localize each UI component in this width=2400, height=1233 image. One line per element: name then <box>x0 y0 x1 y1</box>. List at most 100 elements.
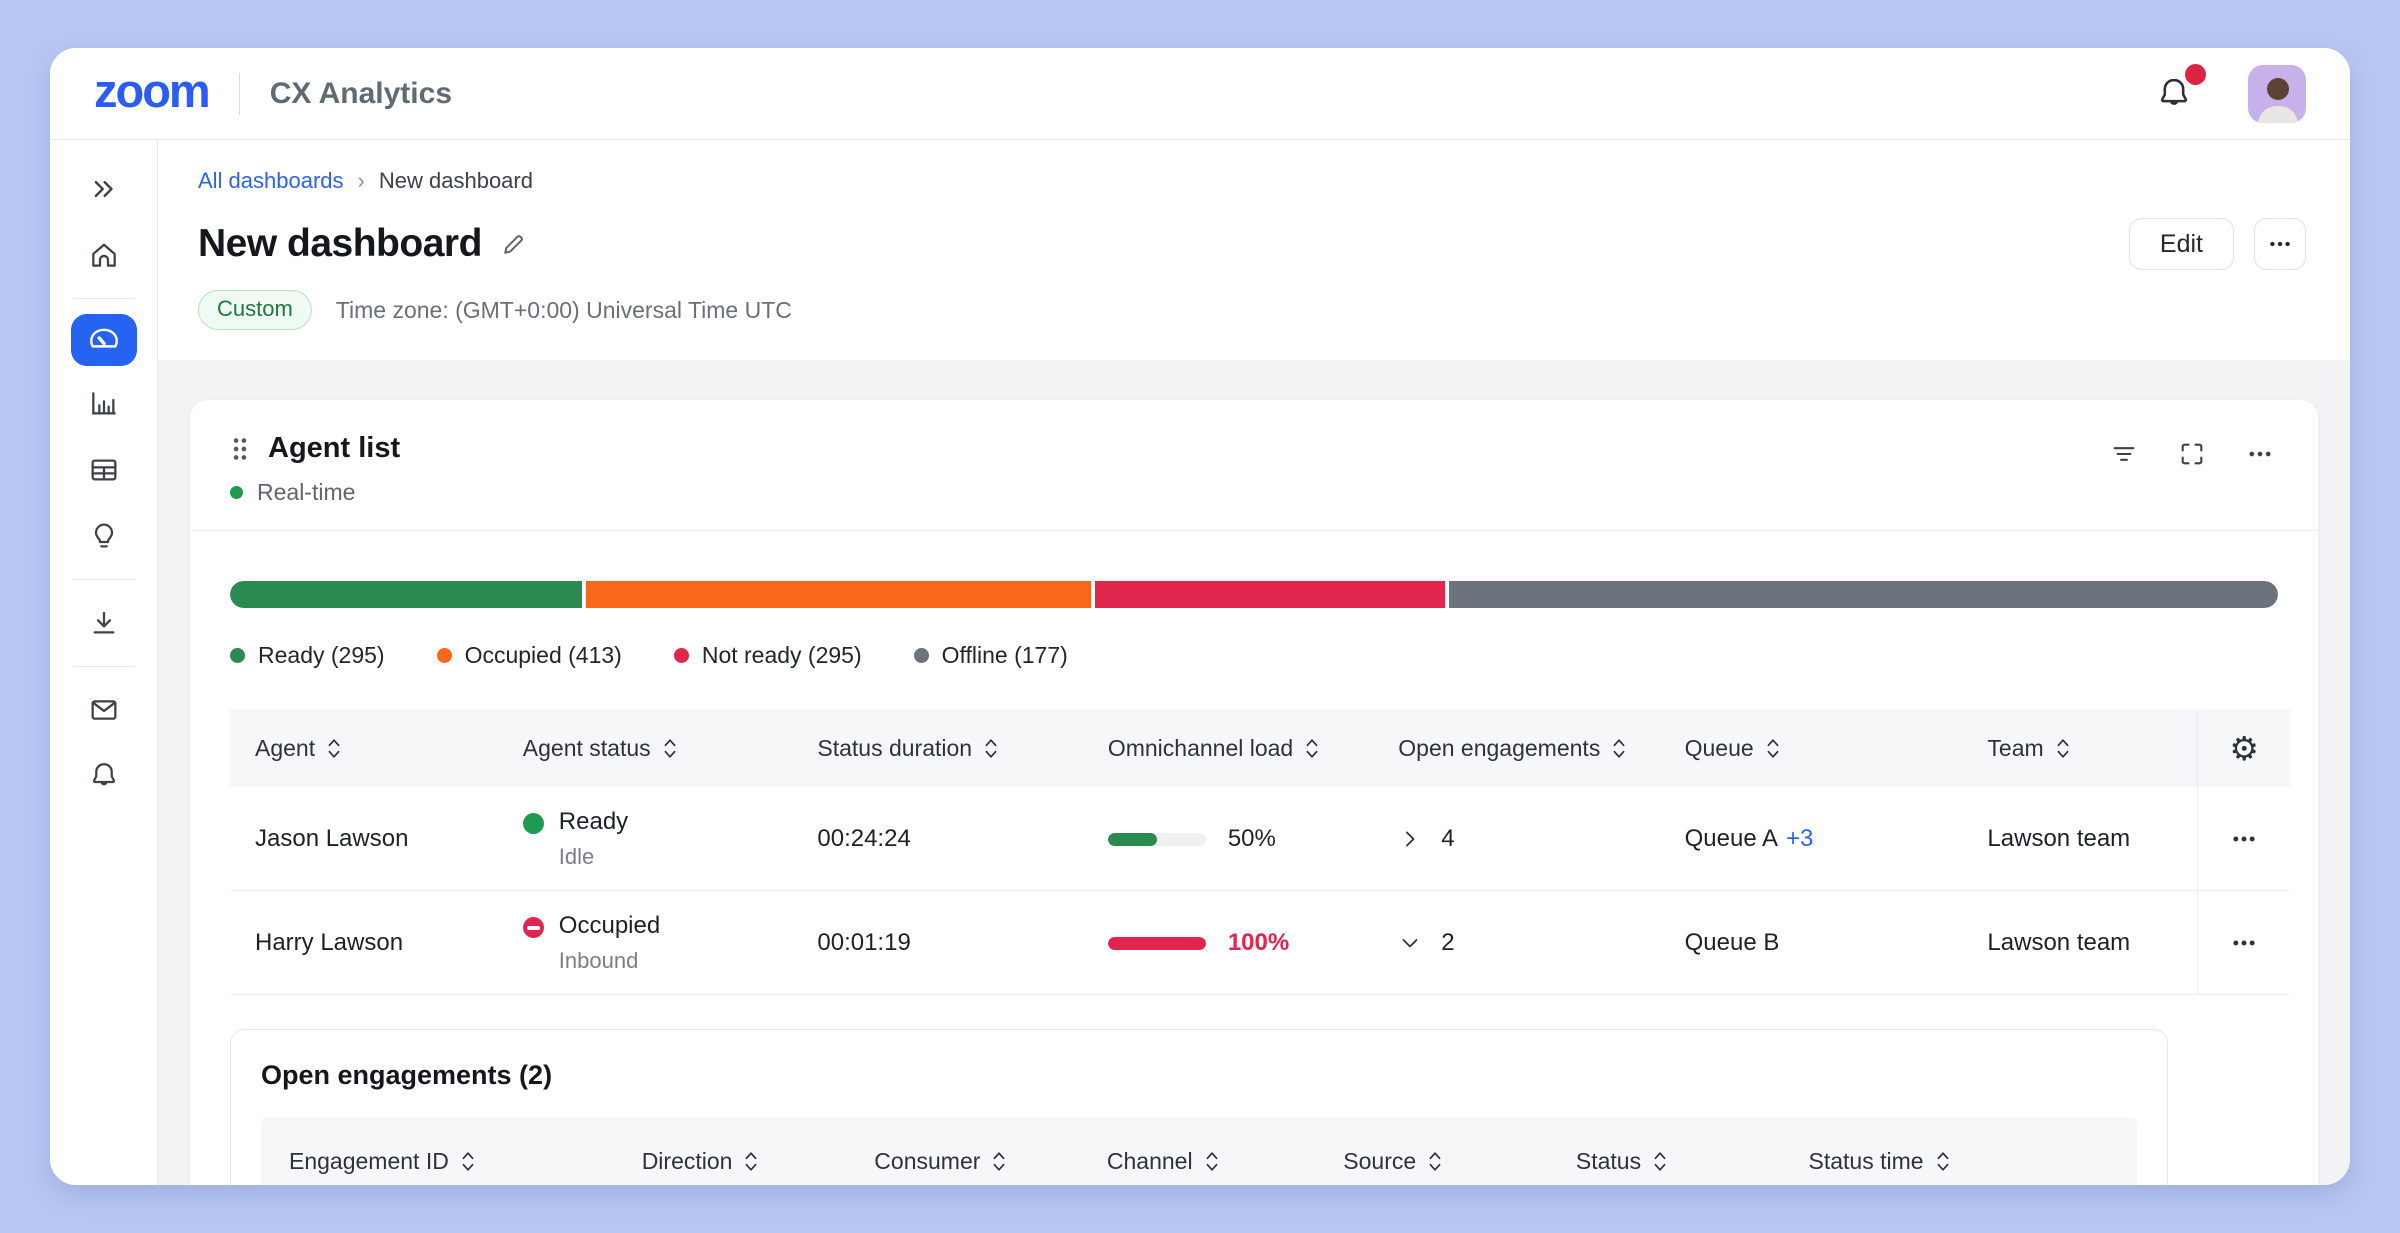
sort-icon <box>2056 737 2070 760</box>
legend-item-not-ready: Not ready (295) <box>674 642 862 669</box>
more-horizontal-icon <box>2230 825 2258 853</box>
agent-name: Harry Lawson <box>230 929 498 957</box>
legend-label: Offline (177) <box>942 642 1068 669</box>
row-more-button[interactable] <box>2230 825 2258 853</box>
sidebar-divider <box>73 298 135 299</box>
open-engagements-title: Open engagements (2) <box>261 1060 2137 1091</box>
legend-dot <box>674 648 689 663</box>
agent-name: Jason Lawson <box>230 825 498 853</box>
filter-icon <box>2110 440 2138 468</box>
sidebar-item-insights[interactable] <box>71 508 137 564</box>
column-header-agent-status[interactable]: Agent status <box>498 735 793 762</box>
more-horizontal-icon <box>2267 231 2293 257</box>
legend-item-ready: Ready (295) <box>230 642 385 669</box>
sort-icon <box>1653 1150 1667 1173</box>
sidebar-item-downloads[interactable] <box>71 595 137 651</box>
legend-dot <box>437 648 452 663</box>
legend-label: Occupied (413) <box>465 642 622 669</box>
sidebar-divider <box>73 666 135 667</box>
queue-extra-link[interactable]: +3 <box>1786 825 1813 852</box>
topbar: zoom CX Analytics <box>50 48 2350 140</box>
expand-row-button[interactable] <box>1398 827 1422 851</box>
avatar-photo <box>2248 71 2306 123</box>
sort-icon <box>1936 1150 1950 1173</box>
dashboard-content: Agent list Real-time <box>158 360 2350 1185</box>
agent-substatus: Inbound <box>559 948 660 974</box>
engagements-table-header: Engagement ID Direction Consumer <box>261 1117 2137 1185</box>
filter-button[interactable] <box>2110 440 2138 468</box>
edit-button[interactable]: Edit <box>2129 218 2234 270</box>
column-header-consumer[interactable]: Consumer <box>846 1148 1079 1175</box>
status-duration: 00:01:19 <box>792 929 1082 957</box>
column-settings-button[interactable]: ⚙ <box>2197 709 2290 787</box>
queue-cell: Queue A +3 <box>1660 825 1963 853</box>
column-header-open-engagements[interactable]: Open engagements <box>1373 735 1659 762</box>
sidebar-divider <box>73 579 135 580</box>
row-more-button[interactable] <box>2230 929 2258 957</box>
table-row-harry-lawson[interactable]: Harry Lawson Occupied Inbound 00:01:19 <box>230 891 2290 995</box>
status-occupied-dnd-icon <box>523 917 544 938</box>
home-icon <box>88 239 120 271</box>
sort-icon <box>1205 1150 1219 1173</box>
app-window: zoom CX Analytics <box>50 48 2350 1185</box>
main-area: All dashboards › New dashboard New dashb… <box>158 140 2350 1185</box>
sort-icon <box>1428 1150 1442 1173</box>
envelope-icon <box>88 694 120 726</box>
queue-name: Queue A <box>1685 825 1778 852</box>
product-name: CX Analytics <box>270 77 452 111</box>
drag-handle-icon[interactable] <box>230 436 250 462</box>
column-header-queue[interactable]: Queue <box>1660 735 1963 762</box>
column-header-direction[interactable]: Direction <box>614 1148 847 1175</box>
sidebar-item-reports[interactable] <box>71 442 137 498</box>
legend-item-offline: Offline (177) <box>914 642 1068 669</box>
custom-badge: Custom <box>198 290 312 330</box>
agent-list-widget: Agent list Real-time <box>190 400 2318 1185</box>
sidebar-item-home[interactable] <box>71 227 137 283</box>
open-engagements-count: 4 <box>1441 825 1454 853</box>
column-header-status-time[interactable]: Status time <box>1781 1148 2138 1175</box>
load-percent: 50% <box>1228 825 1276 853</box>
breadcrumb-current: New dashboard <box>379 168 533 194</box>
sidebar-collapse-button[interactable] <box>71 161 137 217</box>
segment-ready <box>230 581 582 608</box>
table-icon <box>88 454 120 486</box>
notifications-button[interactable] <box>2152 72 2196 116</box>
widget-title: Agent list <box>268 432 400 465</box>
queue-name: Queue B <box>1685 929 1780 956</box>
sidebar-item-dashboards[interactable] <box>71 314 137 366</box>
table-row-jason-lawson[interactable]: Jason Lawson Ready Idle 00:24:24 <box>230 787 2290 891</box>
dashboard-more-button[interactable] <box>2254 218 2306 270</box>
team-name: Lawson team <box>1962 929 2197 957</box>
column-header-source[interactable]: Source <box>1315 1148 1548 1175</box>
queue-cell: Queue B <box>1660 929 1963 957</box>
legend-item-occupied: Occupied (413) <box>437 642 622 669</box>
agent-status: Occupied <box>559 912 660 940</box>
sidebar <box>50 140 158 1185</box>
breadcrumb-separator: › <box>358 168 365 194</box>
column-header-team[interactable]: Team <box>1962 735 2197 762</box>
sidebar-item-subscriptions[interactable] <box>71 682 137 738</box>
column-header-omnichannel-load[interactable]: Omnichannel load <box>1083 735 1373 762</box>
sidebar-item-alerts[interactable] <box>71 748 137 804</box>
widget-more-button[interactable] <box>2246 440 2274 468</box>
download-icon <box>88 607 120 639</box>
page-title: New dashboard <box>198 222 482 266</box>
rename-dashboard-button[interactable] <box>500 230 528 258</box>
collapse-row-button[interactable] <box>1398 931 1422 955</box>
column-header-engagement-id[interactable]: Engagement ID <box>261 1148 614 1175</box>
column-header-status-duration[interactable]: Status duration <box>792 735 1082 762</box>
page-header: All dashboards › New dashboard New dashb… <box>158 140 2350 360</box>
avatar[interactable] <box>2248 65 2306 123</box>
sort-icon <box>744 1150 758 1173</box>
column-header-channel[interactable]: Channel <box>1079 1148 1315 1175</box>
column-header-status[interactable]: Status <box>1548 1148 1781 1175</box>
column-header-agent[interactable]: Agent <box>230 735 498 762</box>
segment-not-ready <box>1095 581 1445 608</box>
legend-dot <box>230 648 245 663</box>
realtime-dot <box>230 486 243 499</box>
breadcrumb-all-dashboards[interactable]: All dashboards <box>198 168 344 194</box>
gear-icon: ⚙ <box>2229 732 2259 765</box>
legend-dot <box>914 648 929 663</box>
sidebar-item-analytics[interactable] <box>71 376 137 432</box>
fullscreen-button[interactable] <box>2178 440 2206 468</box>
